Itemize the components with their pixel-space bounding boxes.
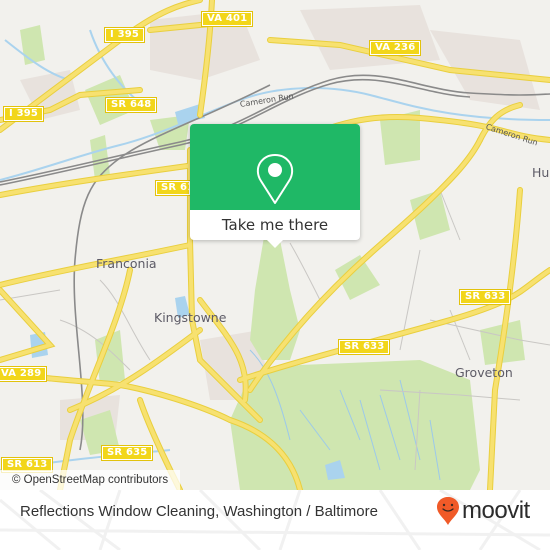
road-shield-va-236: VA 236 [368, 40, 422, 56]
location-popup: Take me there [190, 124, 360, 248]
road-shield-sr-613: SR 613 [155, 180, 191, 196]
road-shield-va-289: VA 289 [0, 366, 48, 382]
popup-pointer [266, 239, 284, 248]
road-shield-sr-648: SR 648 [104, 97, 158, 113]
map-pin-icon [256, 154, 294, 204]
moovit-pin-icon [437, 497, 459, 525]
popup-header [190, 124, 360, 210]
road-shield-sr-633: SR 633 [458, 289, 512, 305]
place-label-franconia: Franconia [96, 256, 157, 271]
road-shield-va-401: VA 401 [200, 11, 254, 27]
moovit-wordmark: moovit [462, 497, 530, 524]
map-attribution[interactable]: © OpenStreetMap contributors [0, 470, 181, 490]
place-title: Reflections Window Cleaning, Washington … [20, 503, 378, 520]
road-shield-i-395: I 395 [103, 27, 146, 43]
map-view[interactable]: VA 401 I 395 VA 236 I 395 SR 648 SR 613 … [0, 0, 550, 490]
road-shield-i-395: I 395 [2, 106, 45, 122]
place-label-huntington: Hu [532, 165, 550, 180]
place-label-kingstowne: Kingstowne [154, 310, 227, 325]
place-label-groveton: Groveton [455, 365, 513, 380]
take-me-there-button[interactable]: Take me there [190, 210, 360, 240]
moovit-logo[interactable]: moovit [436, 496, 530, 526]
road-shield-sr-635: SR 635 [100, 445, 154, 461]
road-shield-sr-633: SR 633 [337, 339, 391, 355]
